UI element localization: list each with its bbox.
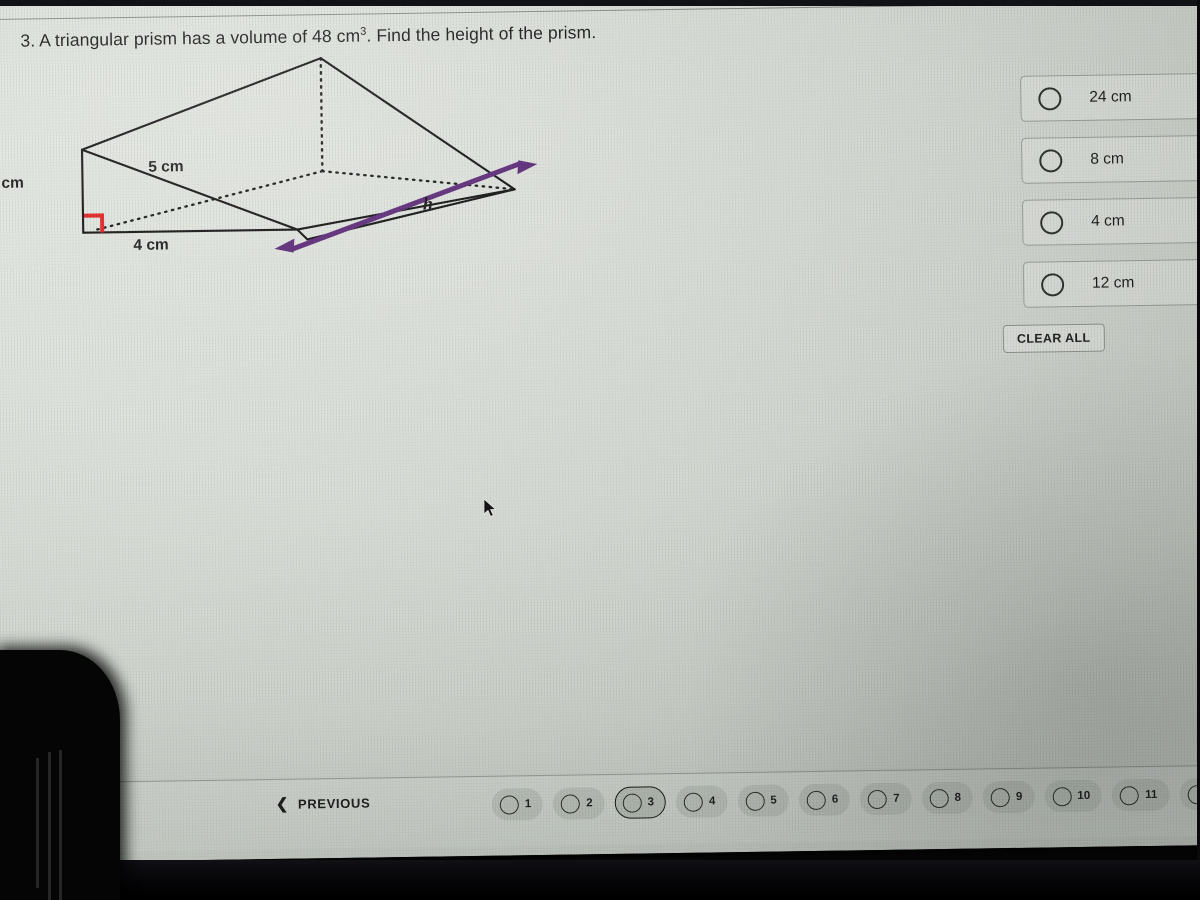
pager-item-9[interactable]: 9 — [982, 780, 1035, 814]
radio-icon — [561, 793, 581, 814]
radio-icon — [499, 794, 519, 815]
right-angle-marker — [83, 213, 105, 233]
edge-left-vertical — [80, 148, 85, 234]
radio-icon[interactable] — [1040, 272, 1065, 297]
edge-base — [82, 228, 299, 234]
stand-leg — [48, 752, 51, 900]
previous-button[interactable]: ❮ PREVIOUS — [275, 795, 371, 813]
option-label: 12 cm — [1091, 274, 1135, 292]
photo-top-bezel — [0, 0, 1200, 6]
hidden-edge-back-right — [321, 170, 516, 191]
label-5cm: 5 cm — [148, 158, 184, 176]
monitor-screen: 3. A triangular prism has a volume of 48… — [0, 0, 1200, 864]
edge-front-long — [296, 188, 516, 231]
pager-number: 10 — [1077, 789, 1091, 803]
edge-hypotenuse — [80, 148, 299, 231]
option-label: 4 cm — [1091, 212, 1125, 230]
option-row[interactable]: 4 cm — [1021, 196, 1200, 246]
radio-icon — [622, 793, 642, 813]
radio-icon[interactable] — [1040, 210, 1064, 235]
radio-icon[interactable] — [1039, 148, 1063, 173]
h-measure-arrow — [274, 160, 538, 253]
pager-item-3[interactable]: 3 — [614, 786, 667, 819]
pager-number: 3 — [647, 796, 655, 809]
previous-label: PREVIOUS — [297, 795, 371, 812]
pager-item-6[interactable]: 6 — [798, 783, 851, 817]
pager-number: 4 — [708, 795, 716, 808]
pager-item-2[interactable]: 2 — [552, 787, 605, 820]
edge-apex-right — [319, 57, 516, 191]
label-4cm: 4 cm — [133, 236, 169, 254]
pager-number: 6 — [831, 793, 839, 806]
radio-icon — [745, 791, 765, 811]
radio-icon — [1052, 786, 1072, 806]
answer-options: 24 cm 8 cm 4 cm 12 cm — [1020, 72, 1200, 324]
option-row[interactable]: 12 cm — [1022, 258, 1200, 308]
stand-leg — [36, 758, 39, 888]
pager-number: 8 — [954, 791, 962, 804]
pager-item-7[interactable]: 7 — [859, 782, 912, 816]
pager-number: 2 — [586, 797, 593, 810]
foreground-obstruction — [0, 650, 120, 900]
photo-bottom-bezel — [0, 860, 1200, 900]
pager-item-1[interactable]: 1 — [491, 787, 544, 821]
prism-svg — [80, 57, 538, 253]
radio-icon — [1120, 785, 1140, 805]
radio-icon — [990, 787, 1011, 807]
option-row[interactable]: 24 cm — [1020, 72, 1200, 122]
edge-front-corner — [296, 228, 309, 241]
clear-all-button[interactable]: CLEAR ALL — [1002, 323, 1105, 354]
question-pager: 1 2 3 4 5 6 7 8 9 10 11 — [491, 777, 1200, 821]
radio-icon — [929, 788, 949, 808]
pager-item-11[interactable]: 11 — [1111, 778, 1170, 812]
pager-number: 11 — [1145, 788, 1158, 802]
prism-diagram: 3 cm 5 cm 4 cm h — [0, 32, 608, 291]
quiz-page: 3. A triangular prism has a volume of 48… — [0, 0, 1200, 863]
label-3cm: 3 cm — [0, 174, 24, 193]
pager-item-10[interactable]: 10 — [1044, 779, 1103, 813]
option-row[interactable]: 8 cm — [1020, 134, 1200, 184]
radio-icon — [806, 790, 826, 810]
pager-item-8[interactable]: 8 — [921, 781, 974, 815]
radio-icon — [683, 792, 704, 812]
option-label: 24 cm — [1089, 88, 1132, 106]
option-label: 8 cm — [1090, 150, 1124, 168]
hidden-edge-back-left — [96, 170, 324, 231]
pager-number: 1 — [524, 798, 532, 811]
monitor-photo: 3. A triangular prism has a volume of 48… — [0, 0, 1200, 900]
pager-item-5[interactable]: 5 — [737, 784, 790, 818]
chevron-left-icon: ❮ — [275, 795, 290, 813]
radio-icon — [868, 789, 888, 809]
label-h: h — [422, 193, 434, 214]
hidden-edge-apex-vertical — [319, 57, 324, 173]
pager-number: 5 — [770, 794, 777, 807]
screen-surface: 3. A triangular prism has a volume of 48… — [0, 0, 1200, 864]
pager-number: 9 — [1015, 790, 1023, 803]
stand-leg — [59, 750, 62, 900]
bottom-toolbar: ❮ PREVIOUS 1 2 3 4 5 6 7 8 9 10 11 — [0, 765, 1200, 855]
radio-icon[interactable] — [1038, 86, 1062, 111]
pager-item-4[interactable]: 4 — [675, 785, 728, 818]
edge-topleft-apex — [80, 57, 322, 151]
pager-number: 7 — [893, 792, 900, 805]
